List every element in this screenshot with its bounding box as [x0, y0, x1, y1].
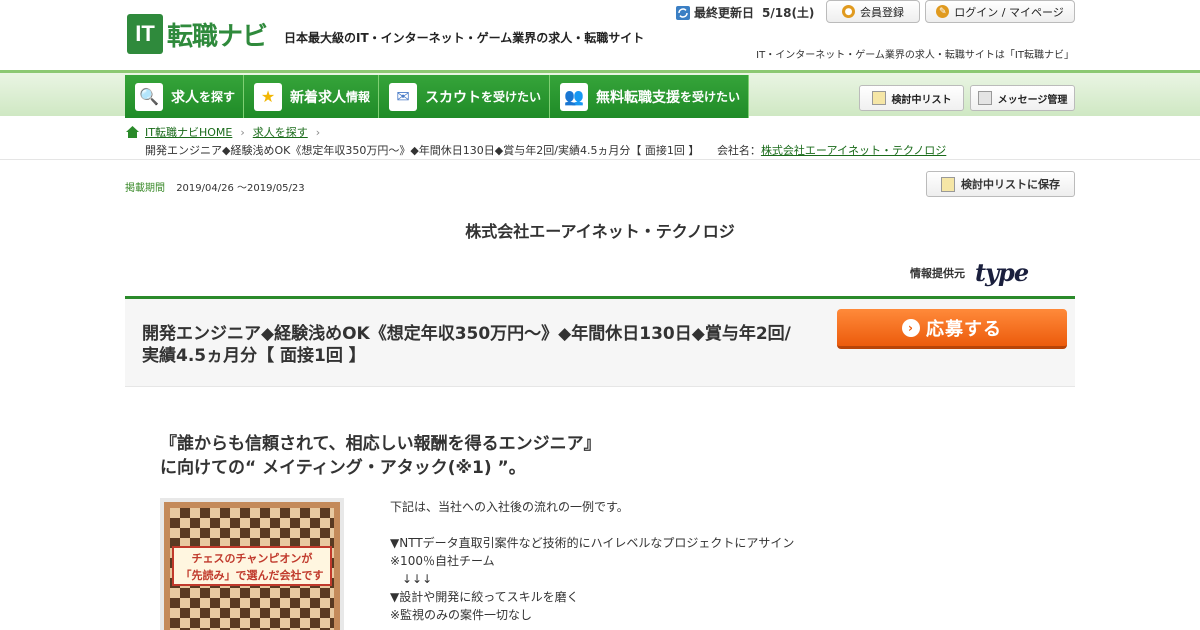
- nav-tab-label: 無料転職支援: [596, 89, 681, 106]
- nav-tab-search[interactable]: 🔍 求人 を探す: [125, 75, 245, 118]
- nav-tab-support[interactable]: 👥 無料転職支援 を受けたい: [550, 75, 750, 118]
- chess-banner-line-1: チェスのチャンピオンが: [191, 552, 313, 565]
- review-list-label: 検討中リスト: [891, 94, 952, 106]
- global-nav: 🔍 求人 を探す ★ 新着求人 情報 ✉ スカウト を受けたい 👥 無料転職支援 を受け…: [0, 70, 1200, 118]
- info-provider: 情報提供元 type: [910, 258, 1029, 287]
- posting-period-label: 掲載期間: [125, 183, 165, 194]
- refresh-icon: [676, 5, 690, 20]
- catch-line-1: 『誰からも信頼されて、相応しい報酬を得るエンジニア』: [160, 434, 601, 454]
- apply-button[interactable]: › 応募する: [837, 309, 1067, 349]
- nav-tab-label: 新着求人: [290, 89, 347, 106]
- company-name: 株式会社エーアイネット・テクノロジ: [465, 222, 735, 241]
- magnifier-icon: 🔍: [135, 82, 163, 111]
- home-icon: [126, 126, 139, 138]
- review-list-button[interactable]: 検討中リスト: [859, 85, 964, 111]
- chess-image: チェスのチャンピオンが 「先読み」で選んだ会社です: [160, 498, 344, 630]
- logo-text: 転職ナビ: [167, 21, 268, 52]
- type-logo: type: [975, 258, 1029, 287]
- nav-tab-new-jobs[interactable]: ★ 新着求人 情報: [244, 75, 380, 118]
- apply-label: 応募する: [926, 318, 1002, 340]
- last-updated-label: 最終更新日: [694, 6, 755, 20]
- clipboard-icon: [941, 176, 955, 192]
- job-description: 下記は、当社への入社後の流れの一例です。 ▼NTTデータ直取引案件など技術的にハ…: [390, 500, 795, 622]
- nav-tab-scout[interactable]: ✉ スカウト を受けたい: [379, 75, 551, 118]
- breadcrumb-current: 開発エンジニア◆経験浅めOK《想定年収350万円～》◆年間休日130日◆賞与年2…: [145, 144, 700, 157]
- divider: [0, 159, 1200, 160]
- breadcrumb-home-link[interactable]: IT転職ナビHOME: [145, 124, 232, 140]
- last-updated: 最終更新日 5/18(土): [676, 4, 814, 21]
- message-label: メッセージ管理: [997, 94, 1068, 106]
- chevron-right-icon: ›: [240, 125, 245, 139]
- job-title: 開発エンジニア◆経験浅めOK《想定年収350万円～》◆年間休日130日◆賞与年2…: [142, 324, 791, 366]
- logo-it-mark: IT: [127, 14, 163, 54]
- last-updated-date: 5/18(土): [762, 6, 815, 20]
- catch-line-2: に向けての“ メイティング・アタック(※1) ”。: [160, 458, 526, 478]
- chess-banner-line-2: 「先読み」で選んだ会社です: [180, 569, 324, 582]
- login-label: ログイン / マイページ: [954, 5, 1064, 19]
- site-tagline-secondary: IT・インターネット・ゲーム業界の求人・転職サイトは「IT転職ナビ」: [756, 50, 1074, 61]
- chess-banner: チェスのチャンピオンが 「先読み」で選んだ会社です: [172, 546, 332, 586]
- breadcrumb: IT転職ナビHOME › 求人を探す › 開発エンジニア◆経験浅めOK《想定年収…: [126, 124, 946, 158]
- nav-tab-sublabel: を探す: [199, 90, 236, 104]
- login-button[interactable]: ✎ ログイン / マイページ: [925, 0, 1075, 23]
- nav-tab-sublabel: を受けたい: [680, 90, 741, 104]
- chevron-right-icon: ›: [315, 125, 321, 139]
- nav-tab-sublabel: を受けたい: [481, 90, 542, 104]
- nav-tab-sublabel: 情報: [346, 90, 371, 104]
- posting-period: 掲載期間 2019/04/26 ～2019/05/23: [125, 179, 305, 194]
- provider-label: 情報提供元: [910, 266, 965, 280]
- chevron-right-icon: ›: [902, 318, 920, 337]
- breadcrumb-search-link[interactable]: 求人を探す: [253, 124, 308, 140]
- user-icon: ●: [842, 5, 855, 18]
- company-name-label: 会社名：: [716, 144, 761, 157]
- save-to-review-list-button[interactable]: 検討中リストに保存: [926, 171, 1075, 197]
- site-tagline: 日本最大級のIT・インターネット・ゲーム業界の求人・転職サイト: [284, 31, 645, 45]
- register-button[interactable]: ● 会員登録: [826, 0, 920, 23]
- site-header: IT 転職ナビ 日本最大級のIT・インターネット・ゲーム業界の求人・転職サイト …: [0, 0, 1200, 70]
- key-icon: ✎: [936, 5, 950, 18]
- job-title-box: 開発エンジニア◆経験浅めOK《想定年収350万円～》◆年間休日130日◆賞与年2…: [125, 299, 1075, 387]
- posting-period-value: 2019/04/26 ～2019/05/23: [176, 183, 305, 194]
- nav-tabs: 🔍 求人 を探す ★ 新着求人 情報 ✉ スカウト を受けたい 👥 無料転職支援 を受け…: [125, 75, 750, 118]
- clipboard-icon: [871, 91, 886, 105]
- message-icon: [977, 91, 992, 105]
- save-label: 検討中リストに保存: [961, 178, 1060, 191]
- catch-copy: 『誰からも信頼されて、相応しい報酬を得るエンジニア』 に向けての“ メイティング…: [160, 432, 601, 480]
- site-logo[interactable]: IT 転職ナビ: [127, 12, 272, 56]
- star-icon: ★: [254, 82, 283, 111]
- nav-tab-label: スカウト: [425, 89, 482, 106]
- register-label: 会員登録: [860, 5, 904, 19]
- envelope-icon: ✉: [389, 82, 418, 111]
- nav-tab-label: 求人: [171, 89, 199, 106]
- message-button[interactable]: メッセージ管理: [970, 85, 1075, 111]
- company-link[interactable]: 株式会社エーアイネット・テクノロジ: [761, 144, 946, 157]
- people-icon: 👥: [560, 82, 589, 111]
